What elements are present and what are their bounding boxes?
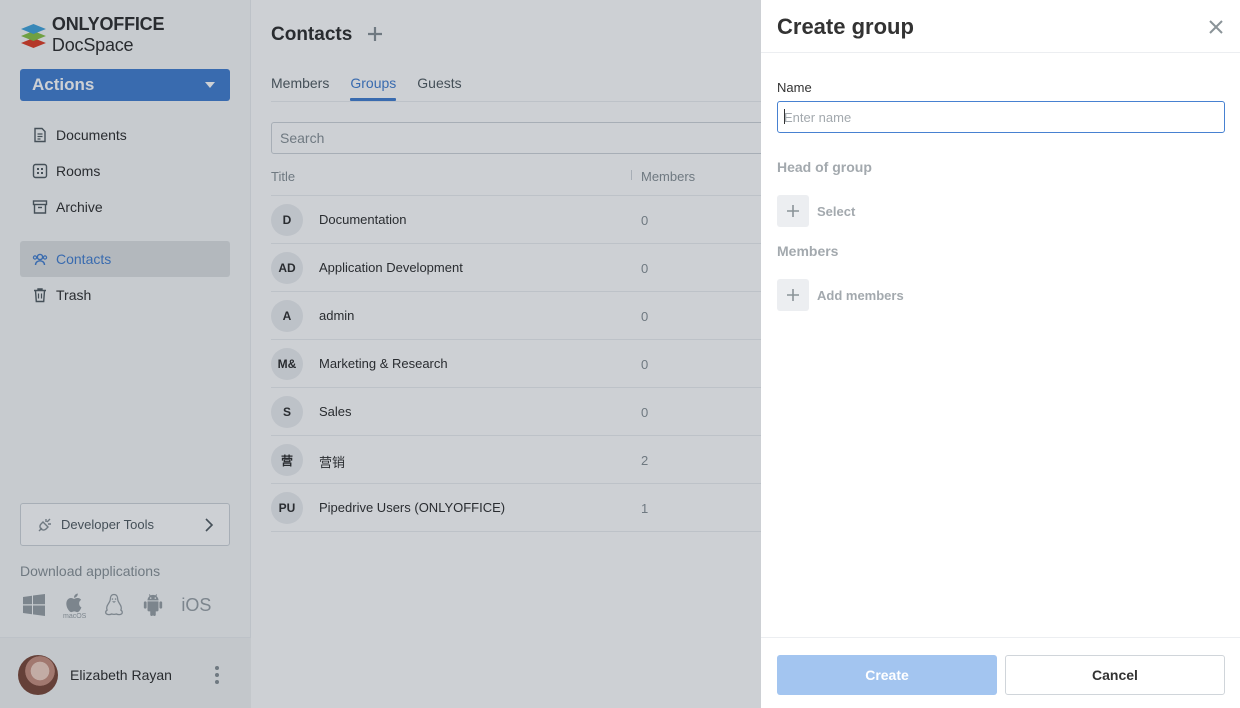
plus-button[interactable] — [777, 195, 809, 227]
plus-button[interactable] — [777, 279, 809, 311]
members-label: Members — [777, 243, 839, 259]
panel-footer: Create Cancel — [761, 637, 1240, 708]
create-button[interactable]: Create — [777, 655, 997, 695]
modal-backdrop[interactable] — [0, 0, 761, 708]
add-members-label: Add members — [817, 287, 904, 303]
head-of-group-label: Head of group — [777, 159, 872, 175]
select-label: Select — [817, 203, 856, 219]
plus-icon — [787, 289, 799, 301]
cancel-button[interactable]: Cancel — [1005, 655, 1225, 695]
text-cursor — [784, 109, 785, 124]
panel-header: Create group — [761, 0, 1240, 53]
group-name-input[interactable] — [777, 101, 1225, 133]
add-members-button[interactable]: Add members — [777, 279, 904, 311]
plus-icon — [787, 205, 799, 217]
close-icon[interactable] — [1207, 18, 1225, 36]
create-group-panel: Create group Name Head of group Select M… — [761, 0, 1240, 708]
name-label: Name — [777, 80, 812, 95]
panel-title: Create group — [777, 14, 914, 39]
select-head-button[interactable]: Select — [777, 195, 855, 227]
